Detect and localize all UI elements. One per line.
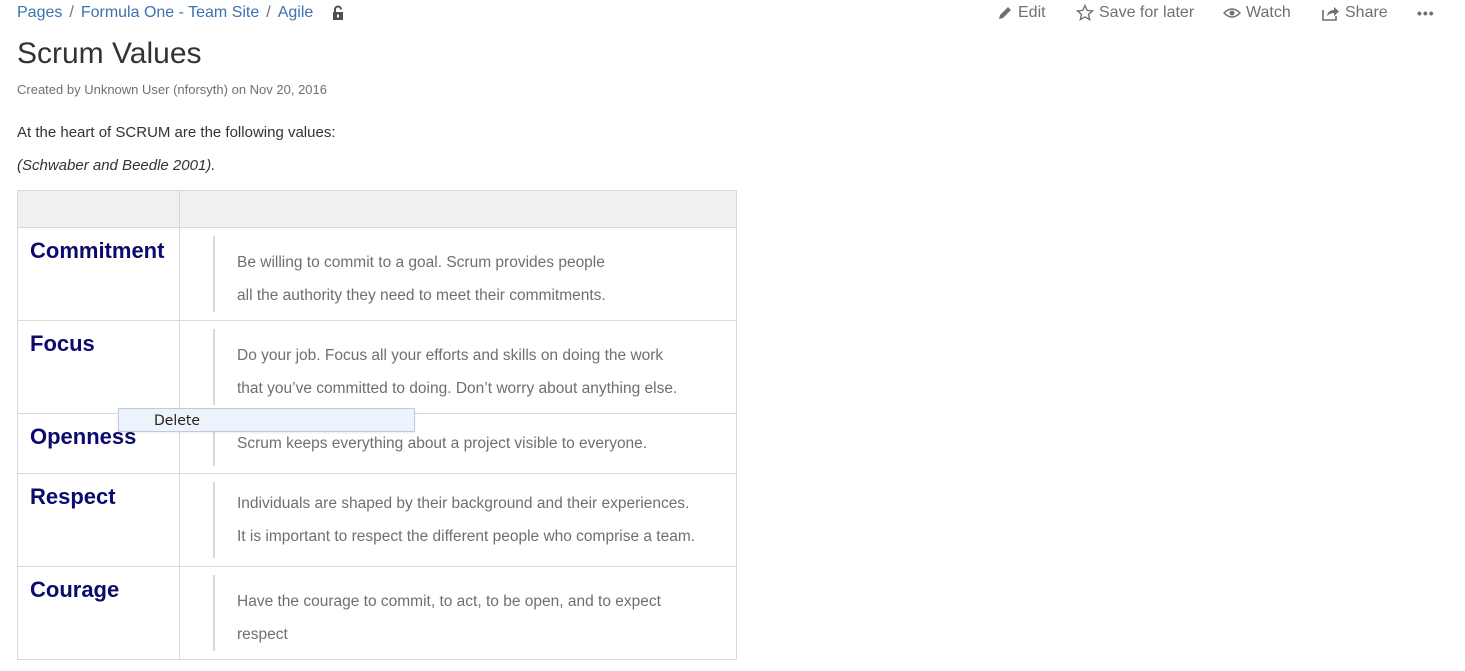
value-term: Commitment	[30, 238, 165, 263]
description-quote: Be willing to commit to a goal. Scrum pr…	[213, 236, 736, 312]
term-cell: Commitment	[18, 228, 180, 320]
table-header-cell	[180, 191, 736, 227]
description-cell: Be willing to commit to a goal. Scrum pr…	[180, 228, 736, 320]
description-line: It is important to respect the different…	[237, 528, 696, 545]
value-term: Respect	[30, 484, 116, 509]
watch-label: Watch	[1246, 4, 1291, 21]
eye-icon	[1223, 8, 1241, 18]
description-line: Do your job. Focus all your efforts and …	[237, 347, 664, 364]
term-cell: Courage	[18, 567, 180, 659]
table-header-row	[18, 191, 736, 228]
page-byline: Created by Unknown User (nforsyth) on No…	[17, 82, 327, 97]
description-quote: Do your job. Focus all your efforts and …	[213, 329, 736, 405]
description-cell: Do your job. Focus all your efforts and …	[180, 321, 736, 413]
description-line: all the authority they need to meet thei…	[237, 287, 606, 304]
description-line: Be willing to commit to a goal. Scrum pr…	[237, 254, 605, 271]
share-icon	[1322, 7, 1339, 21]
citation: (Schwaber and Beedle 2001).	[17, 157, 216, 174]
value-term: Focus	[30, 331, 95, 356]
save-for-later-button[interactable]: Save for later	[1076, 3, 1194, 23]
edit-label: Edit	[1018, 4, 1046, 21]
value-term: Courage	[30, 577, 120, 602]
description-line: respect	[237, 626, 288, 643]
table-row: Respect Individuals are shaped by their …	[18, 474, 736, 567]
table-row: Focus Do your job. Focus all your effort…	[18, 321, 736, 414]
pencil-icon	[999, 7, 1011, 19]
page-title: Scrum Values	[17, 37, 202, 70]
intro-paragraph: At the heart of SCRUM are the following …	[17, 124, 336, 141]
table-row: Courage Have the courage to commit, to a…	[18, 567, 736, 659]
table-header-cell	[18, 191, 180, 227]
context-menu: Delete	[118, 408, 415, 432]
save-for-later-label: Save for later	[1099, 4, 1195, 21]
more-icon: •••	[1417, 5, 1435, 21]
description-line: that you’ve committed to doing. Don’t wo…	[237, 380, 678, 397]
term-cell: Respect	[18, 474, 180, 566]
description-cell: Have the courage to commit, to act, to b…	[180, 567, 736, 659]
more-actions-button[interactable]: •••	[1417, 3, 1435, 23]
share-label: Share	[1345, 4, 1388, 21]
description-line: Individuals are shaped by their backgrou…	[237, 495, 690, 512]
share-button[interactable]: Share	[1322, 3, 1388, 23]
description-quote: Individuals are shaped by their backgrou…	[213, 482, 736, 558]
term-cell: Focus	[18, 321, 180, 413]
table-row: Commitment Be willing to commit to a goa…	[18, 228, 736, 321]
confluence-page: Pages / Formula One - Team Site / Agile …	[0, 0, 1465, 671]
edit-button[interactable]: Edit	[997, 3, 1046, 23]
page-actions: Edit Save for later Watch Share •••	[0, 3, 1465, 23]
description-cell: Individuals are shaped by their backgrou…	[180, 474, 736, 566]
delete-menu-item[interactable]: Delete	[154, 412, 200, 430]
watch-button[interactable]: Watch	[1223, 3, 1291, 23]
description-quote: Have the courage to commit, to act, to b…	[213, 575, 736, 651]
star-icon	[1076, 4, 1094, 22]
description-line: Have the courage to commit, to act, to b…	[237, 593, 661, 610]
